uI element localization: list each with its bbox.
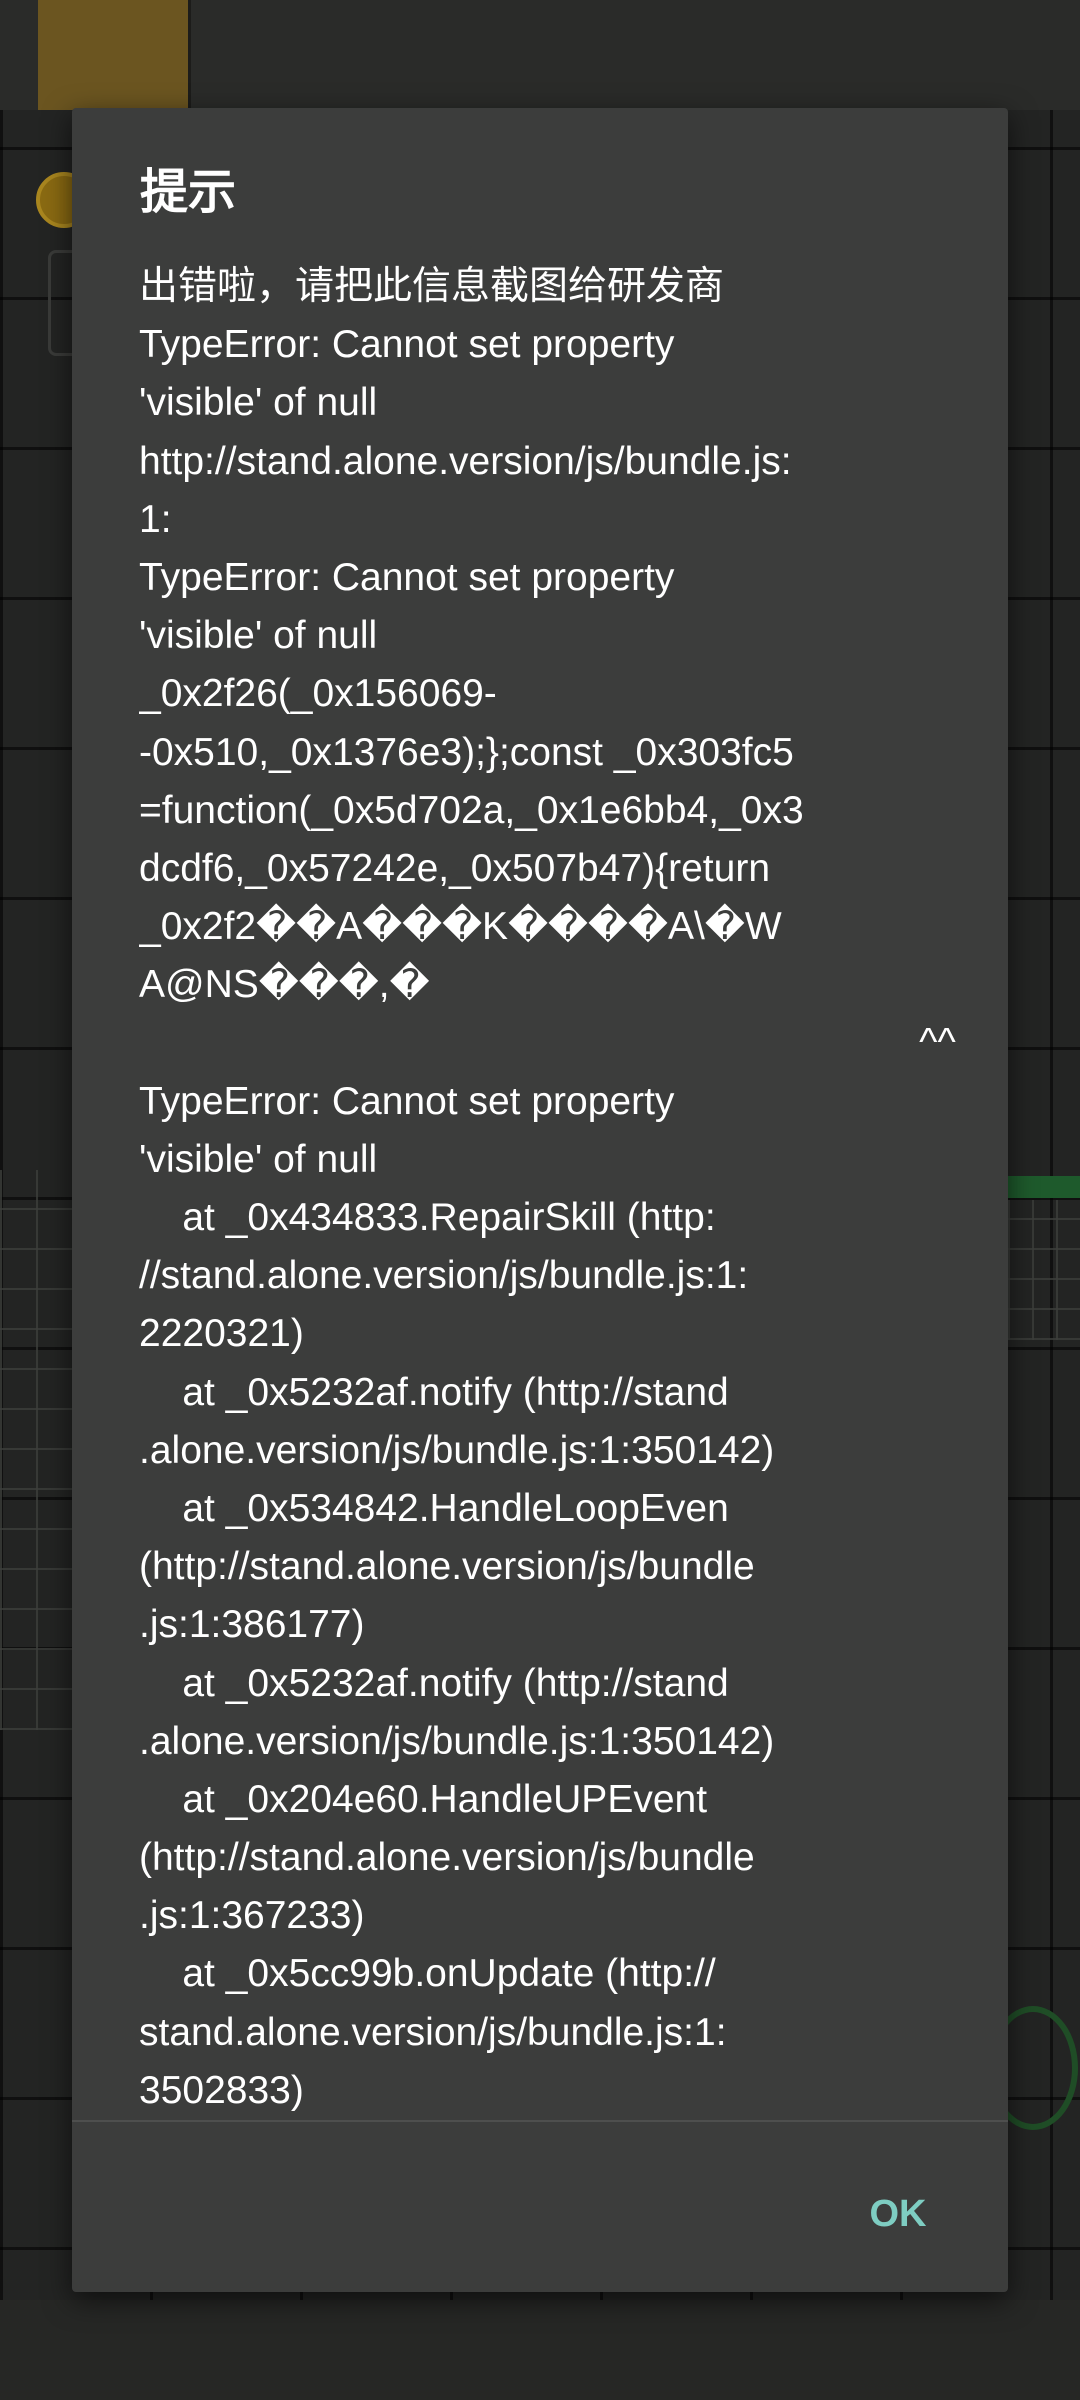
message-line: 'visible' of null bbox=[139, 381, 378, 425]
message-line: at _0x5232af.notify (http://stand bbox=[139, 1661, 729, 1705]
message-line: dcdf6,_0x57242e,_0x507b47){return bbox=[139, 846, 771, 890]
message-line: .js:1:386177) bbox=[139, 1603, 365, 1647]
message-line: 3502833) bbox=[139, 2068, 304, 2112]
message-line: TypeError: Cannot set property bbox=[139, 323, 675, 367]
message-line: stand.alone.version/js/bundle.js:1: bbox=[139, 2010, 727, 2054]
message-line: 2220321) bbox=[139, 1312, 304, 1356]
message-line: =function(_0x5d702a,_0x1e6bb4,_0x3 bbox=[139, 788, 804, 832]
message-line: TypeError: Cannot set property bbox=[139, 555, 675, 599]
dialog-divider bbox=[72, 2120, 1008, 2122]
message-line: (http://stand.alone.version/js/bundle bbox=[139, 1836, 755, 1880]
message-line: ^^ bbox=[139, 1021, 956, 1065]
message-line: _0x2f26(_0x156069- bbox=[139, 672, 497, 716]
error-dialog: 提示 出错啦，请把此信息截图给研发商 TypeError: Cannot set … bbox=[72, 108, 1008, 2292]
message-line: at _0x534842.HandleLoopEven bbox=[139, 1486, 729, 1530]
game-map-grid-right bbox=[1008, 1200, 1080, 1340]
message-line: 'visible' of null bbox=[139, 1137, 378, 1181]
dialog-title: 提示 bbox=[140, 164, 237, 220]
message-line: _0x2f2��A���K����A\�W bbox=[139, 905, 782, 949]
message-line: .alone.version/js/bundle.js:1:350142) bbox=[139, 1428, 775, 1472]
message-line: http://stand.alone.version/js/bundle.js: bbox=[139, 439, 792, 483]
message-line: at _0x204e60.HandleUPEvent bbox=[139, 1777, 708, 1821]
game-bottom-bar bbox=[0, 2300, 1080, 2400]
message-line: //stand.alone.version/js/bundle.js:1: bbox=[139, 1254, 749, 1298]
message-line: at _0x434833.RepairSkill (http: bbox=[139, 1196, 716, 1239]
message-line: 'visible' of null bbox=[139, 614, 378, 658]
message-line: TypeError: Cannot set property bbox=[139, 1079, 675, 1123]
message-line: -0x510,_0x1376e3);};const _0x303fc5 bbox=[139, 730, 794, 774]
message-line: 1: bbox=[139, 497, 172, 541]
message-line: A@NS���,� bbox=[139, 963, 430, 1007]
message-line: 出错啦，请把此信息截图给研发商 bbox=[139, 265, 725, 308]
message-line: .alone.version/js/bundle.js:1:350142) bbox=[139, 1719, 775, 1763]
game-map-grid-left bbox=[0, 1170, 72, 1730]
game-tile-highlight bbox=[38, 0, 191, 110]
game-health-bar bbox=[1008, 1176, 1080, 1198]
message-line: at _0x5232af.notify (http://stand bbox=[139, 1370, 729, 1414]
dialog-message: 出错啦，请把此信息截图给研发商 TypeError: Cannot set pro… bbox=[139, 258, 979, 2224]
ok-button[interactable]: OK bbox=[828, 2172, 968, 2256]
message-line: (http://stand.alone.version/js/bundle bbox=[139, 1545, 755, 1589]
message-line: at _0x5cc99b.onUpdate (http:// bbox=[139, 1952, 716, 1996]
message-line: .js:1:367233) bbox=[139, 1894, 365, 1938]
